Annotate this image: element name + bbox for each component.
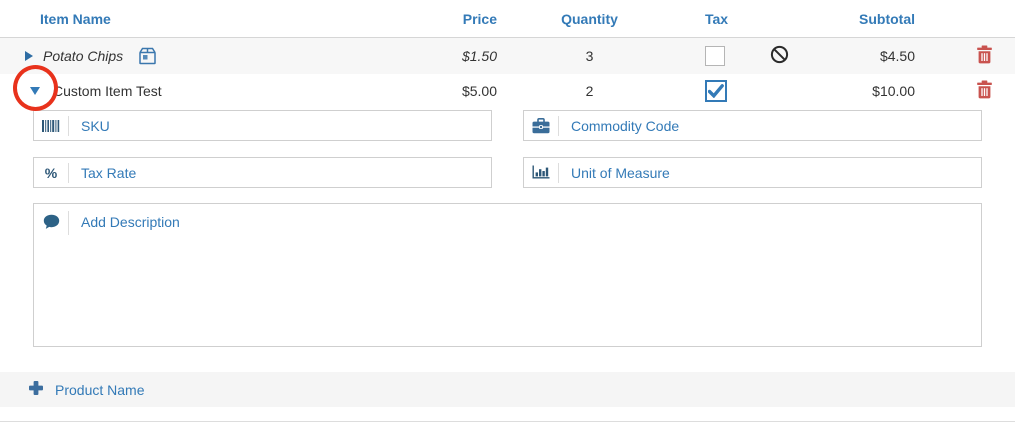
item-quantity: 3 (585, 48, 594, 64)
item-subtotal: $10.00 (872, 83, 915, 99)
delete-item-icon[interactable] (976, 80, 993, 102)
sku-field (33, 110, 492, 141)
table-row-custom-item: Custom Item Test $5.00 2 $10.00 (0, 74, 1015, 108)
add-product-row[interactable]: Product Name (0, 372, 1015, 407)
header-tax: Tax (705, 10, 729, 27)
item-price: $1.50 (461, 48, 497, 64)
header-price: Price (462, 10, 497, 27)
tax-rate-field: % (33, 157, 492, 188)
header-subtotal: Subtotal (859, 10, 915, 27)
item-price: $5.00 (461, 83, 497, 99)
expand-caret-icon[interactable] (25, 51, 33, 61)
bottom-divider (0, 421, 1015, 422)
add-product-label: Product Name (55, 381, 145, 398)
comment-icon (34, 204, 68, 230)
package-icon (137, 46, 158, 66)
plus-icon (28, 380, 44, 399)
briefcase-icon (524, 117, 558, 134)
item-subtotal: $4.50 (879, 48, 915, 64)
no-tax-icon (770, 45, 789, 67)
item-name: Custom Item Test (53, 83, 162, 99)
collapse-caret-icon[interactable] (30, 87, 40, 95)
commodity-code-field (523, 110, 982, 141)
tax-checkbox-checked[interactable] (705, 80, 727, 102)
barcode-icon (34, 119, 68, 133)
item-name: Potato Chips (43, 48, 124, 64)
tax-rate-input[interactable] (69, 164, 491, 181)
table-header: Item Name Price Quantity Tax Subtotal (0, 0, 1015, 38)
tax-checkbox-unchecked[interactable] (705, 46, 725, 66)
header-item-name: Item Name (40, 10, 111, 27)
header-quantity: Quantity (561, 10, 618, 27)
unit-of-measure-field (523, 157, 982, 188)
commodity-code-input[interactable] (559, 117, 981, 134)
table-row-potato-chips: Potato Chips $1.50 3 $4.50 (0, 38, 1015, 74)
bar-chart-icon (524, 165, 558, 180)
description-textarea[interactable] (69, 204, 981, 346)
percent-icon: % (44, 164, 58, 181)
line-items-editor: Item Name Price Quantity Tax Subtotal Po… (0, 0, 1015, 441)
delete-item-icon[interactable] (976, 45, 993, 67)
unit-of-measure-input[interactable] (559, 164, 981, 181)
item-quantity: 2 (585, 83, 594, 99)
description-field (33, 203, 982, 347)
sku-input[interactable] (69, 117, 491, 134)
